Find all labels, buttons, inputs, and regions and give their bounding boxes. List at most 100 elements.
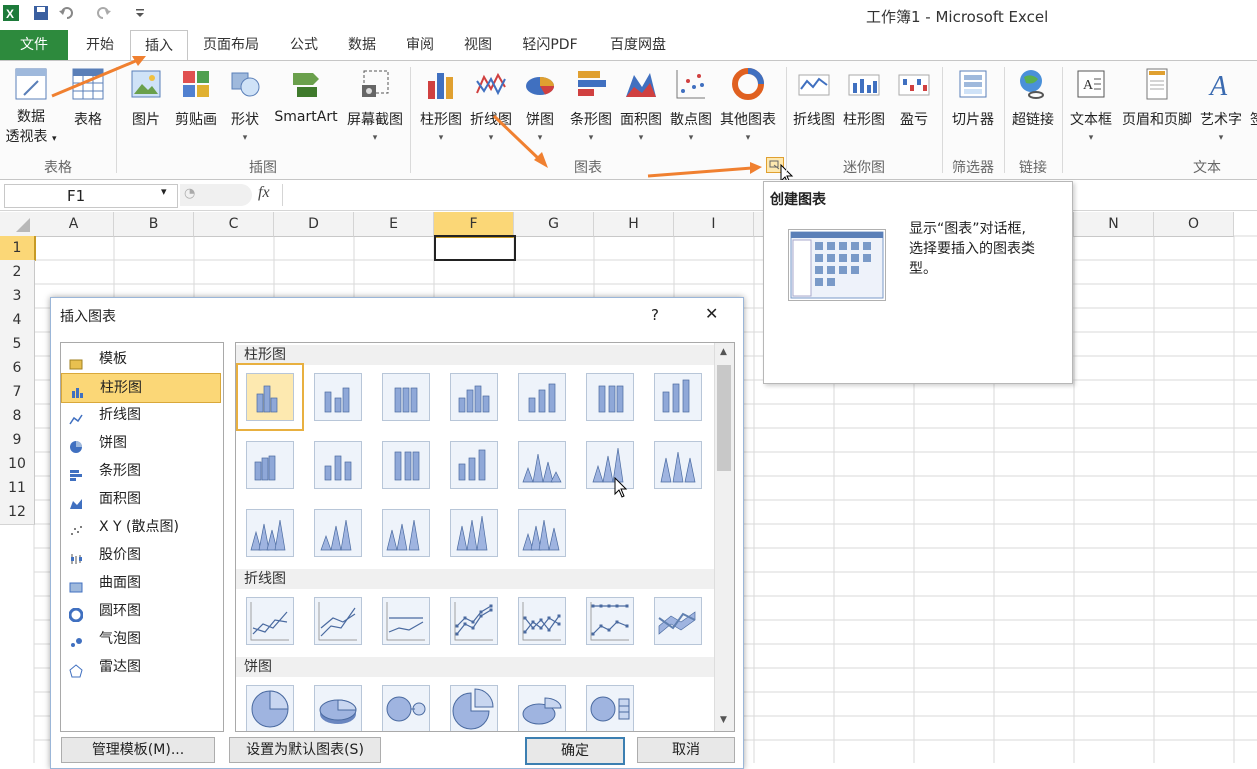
category-pie[interactable]: 饼图 bbox=[61, 429, 217, 457]
bar-chart-button[interactable]: 条形图 ▾ bbox=[566, 67, 616, 143]
clipart-button[interactable]: 剪贴画 bbox=[172, 67, 220, 129]
gallery-scrollbar[interactable]: ▲ ▼ bbox=[714, 343, 734, 731]
column-chart-button[interactable]: 柱形图 ▾ bbox=[416, 67, 466, 143]
scrollbar-thumb[interactable] bbox=[717, 365, 731, 471]
pie-chart-option[interactable] bbox=[518, 685, 566, 731]
column-chart-option[interactable] bbox=[382, 373, 430, 421]
slicer-button[interactable]: 切片器 bbox=[946, 67, 1000, 129]
pie-chart-option[interactable] bbox=[586, 685, 634, 731]
tab-home[interactable]: 开始 bbox=[74, 30, 126, 60]
set-default-chart-button[interactable]: 设置为默认图表(S) bbox=[229, 737, 381, 763]
tab-data[interactable]: 数据 bbox=[336, 30, 388, 60]
row-header[interactable]: 6 bbox=[0, 356, 35, 381]
column-header[interactable]: G bbox=[514, 212, 594, 237]
row-header[interactable]: 12 bbox=[0, 500, 35, 525]
column-header[interactable]: E bbox=[354, 212, 434, 237]
column-chart-option[interactable] bbox=[518, 509, 566, 557]
column-chart-option[interactable] bbox=[654, 373, 702, 421]
tab-page-layout[interactable]: 页面布局 bbox=[194, 30, 268, 60]
manage-templates-button[interactable]: 管理模板(M)... bbox=[61, 737, 215, 763]
ok-button[interactable]: 确定 bbox=[525, 737, 625, 765]
select-all-corner[interactable] bbox=[0, 212, 35, 237]
category-area[interactable]: 面积图 bbox=[61, 485, 217, 513]
category-stock[interactable]: 股价图 bbox=[61, 541, 217, 569]
scroll-down-icon[interactable]: ▼ bbox=[720, 715, 727, 725]
column-header[interactable]: C bbox=[194, 212, 274, 237]
line-chart-option[interactable] bbox=[246, 597, 294, 645]
row-header[interactable]: 8 bbox=[0, 404, 35, 429]
column-chart-option[interactable] bbox=[382, 509, 430, 557]
tab-baidu-netdisk[interactable]: 百度网盘 bbox=[598, 30, 678, 60]
smartart-button[interactable]: SmartArt bbox=[272, 67, 340, 125]
customize-quick-access-icon[interactable] bbox=[134, 4, 152, 22]
picture-button[interactable]: 图片 bbox=[124, 67, 168, 129]
column-chart-option[interactable] bbox=[314, 509, 362, 557]
row-header[interactable]: 2 bbox=[0, 260, 35, 285]
redo-icon[interactable] bbox=[94, 4, 112, 22]
cancel-button[interactable]: 取消 bbox=[637, 737, 735, 763]
column-header[interactable]: H bbox=[594, 212, 674, 237]
area-chart-button[interactable]: 面积图 ▾ bbox=[616, 67, 666, 143]
column-chart-option[interactable] bbox=[246, 509, 294, 557]
line-chart-option[interactable] bbox=[382, 597, 430, 645]
category-bubble[interactable]: 气泡图 bbox=[61, 625, 217, 653]
row-header[interactable]: 3 bbox=[0, 284, 35, 309]
header-footer-button[interactable]: 页眉和页脚 bbox=[1118, 67, 1196, 129]
category-radar[interactable]: 雷达图 bbox=[61, 653, 217, 681]
column-chart-option[interactable] bbox=[314, 373, 362, 421]
row-header[interactable]: 9 bbox=[0, 428, 35, 453]
column-chart-option[interactable] bbox=[586, 373, 634, 421]
table-button[interactable]: 表格 bbox=[66, 67, 110, 129]
line-chart-option[interactable] bbox=[314, 597, 362, 645]
pie-chart-option[interactable] bbox=[382, 685, 430, 731]
tab-qingshan-pdf[interactable]: 轻闪PDF bbox=[512, 30, 588, 60]
line-chart-option[interactable] bbox=[654, 597, 702, 645]
tab-formulas[interactable]: 公式 bbox=[278, 30, 330, 60]
category-scatter[interactable]: X Y (散点图) bbox=[61, 513, 217, 541]
category-doughnut[interactable]: 圆环图 bbox=[61, 597, 217, 625]
column-header[interactable]: D bbox=[274, 212, 354, 237]
column-header[interactable]: A bbox=[34, 212, 114, 237]
line-chart-option[interactable] bbox=[586, 597, 634, 645]
screenshot-button[interactable]: 屏幕截图 ▾ bbox=[344, 67, 406, 143]
line-chart-button[interactable]: 折线图 ▾ bbox=[466, 67, 516, 143]
sparkline-column-button[interactable]: 柱形图 bbox=[840, 67, 888, 129]
line-chart-option[interactable] bbox=[450, 597, 498, 645]
selected-cell-f1[interactable] bbox=[434, 235, 516, 261]
textbox-button[interactable]: A 文本框 ▾ bbox=[1066, 67, 1116, 143]
column-header[interactable]: B bbox=[114, 212, 194, 237]
pie-chart-option[interactable] bbox=[450, 685, 498, 731]
column-chart-option[interactable] bbox=[518, 373, 566, 421]
category-template[interactable]: 模板 bbox=[61, 345, 217, 373]
name-box[interactable]: F1 ▾ bbox=[4, 184, 178, 208]
shapes-button[interactable]: 形状 ▾ bbox=[224, 67, 266, 143]
other-charts-button[interactable]: 其他图表 ▾ bbox=[716, 67, 780, 143]
scroll-up-icon[interactable]: ▲ bbox=[720, 347, 727, 357]
pie-chart-option[interactable] bbox=[314, 685, 362, 731]
expand-icon[interactable]: ◔ bbox=[184, 186, 195, 201]
pivot-table-button[interactable]: 数据 透视表 ▾ bbox=[4, 67, 58, 149]
category-surface[interactable]: 曲面图 bbox=[61, 569, 217, 597]
pie-chart-button[interactable]: 饼图 ▾ bbox=[518, 67, 562, 143]
tab-insert[interactable]: 插入 bbox=[130, 30, 188, 62]
signature-line-button[interactable]: 签 bbox=[1248, 67, 1257, 129]
undo-icon[interactable] bbox=[58, 4, 76, 22]
sparkline-winloss-button[interactable]: 盈亏 bbox=[892, 67, 936, 129]
pie-chart-option[interactable] bbox=[246, 685, 294, 731]
save-icon[interactable] bbox=[32, 4, 50, 22]
row-header[interactable]: 11 bbox=[0, 476, 35, 501]
name-box-dropdown-icon[interactable]: ▾ bbox=[161, 185, 167, 198]
row-header[interactable]: 10 bbox=[0, 452, 35, 477]
row-header[interactable]: 7 bbox=[0, 380, 35, 405]
tab-review[interactable]: 审阅 bbox=[394, 30, 446, 60]
column-chart-option[interactable] bbox=[236, 363, 304, 431]
column-header[interactable]: O bbox=[1154, 212, 1234, 237]
column-chart-option[interactable] bbox=[518, 441, 566, 489]
category-column[interactable]: 柱形图 bbox=[61, 373, 221, 403]
column-chart-option[interactable] bbox=[450, 373, 498, 421]
row-header[interactable]: 5 bbox=[0, 332, 35, 357]
column-chart-option[interactable] bbox=[654, 441, 702, 489]
insert-function-button[interactable]: fx bbox=[258, 184, 270, 202]
line-chart-option[interactable] bbox=[518, 597, 566, 645]
wordart-button[interactable]: A 艺术字 ▾ bbox=[1198, 67, 1244, 143]
